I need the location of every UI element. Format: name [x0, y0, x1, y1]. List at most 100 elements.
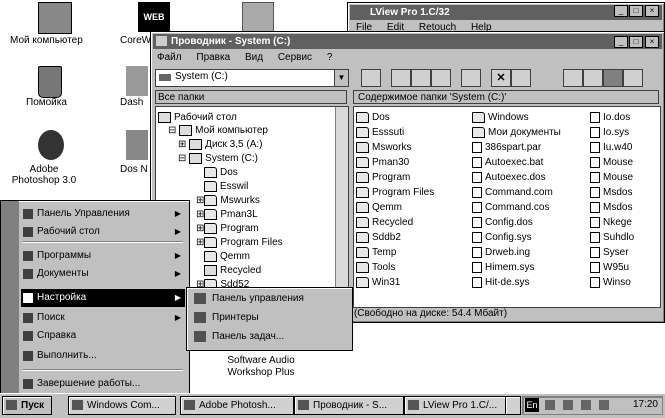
- file-item[interactable]: Io.dos: [590, 111, 630, 125]
- details-view-icon[interactable]: [623, 69, 643, 87]
- photoshop-icon[interactable]: [38, 130, 64, 160]
- recycle-bin-icon[interactable]: [38, 66, 62, 98]
- file-item[interactable]: Recycled: [356, 216, 413, 230]
- file-item[interactable]: Command.com: [472, 186, 553, 200]
- submenu-printers[interactable]: Принтеры: [190, 308, 259, 327]
- file-item[interactable]: Config.sys: [472, 231, 532, 245]
- tree-item-recycled[interactable]: Recycled: [204, 264, 261, 278]
- file-item[interactable]: Syser: [590, 246, 629, 260]
- delete-icon[interactable]: ✕: [491, 69, 511, 87]
- lview-minimize-button[interactable]: _: [614, 5, 628, 17]
- tray-icon-1[interactable]: [545, 400, 555, 410]
- file-item[interactable]: Pman30: [356, 156, 409, 170]
- taskbar-btn-explorer[interactable]: Проводник - S...: [294, 396, 404, 415]
- paste-icon[interactable]: [431, 69, 451, 87]
- file-item[interactable]: Config.dos: [472, 216, 533, 230]
- file-item[interactable]: Drweb.ing: [472, 246, 530, 260]
- small-icons-view-icon[interactable]: [583, 69, 603, 87]
- tree-item-dos[interactable]: Dos: [204, 166, 238, 180]
- dos-icon[interactable]: [126, 130, 148, 160]
- start-menu-item-programs[interactable]: Программы ▶: [21, 247, 185, 265]
- file-item[interactable]: Iu.w40: [590, 141, 632, 155]
- tree-item-program[interactable]: ⊞ Program: [196, 222, 259, 236]
- file-item[interactable]: Nkege: [590, 216, 632, 230]
- submenu-taskbar[interactable]: Панель задач...: [190, 327, 284, 346]
- menu-file[interactable]: Файл: [157, 52, 182, 63]
- tree-item-mswurks[interactable]: ⊞ Mswurks: [196, 194, 260, 208]
- file-item[interactable]: Winso: [590, 276, 631, 290]
- submenu-control-panel[interactable]: Панель управления: [190, 289, 304, 308]
- tray-icon-3[interactable]: [581, 400, 591, 410]
- lview-close-button[interactable]: ×: [645, 5, 659, 17]
- clock[interactable]: 17:20: [633, 398, 658, 412]
- file-item[interactable]: 386spart.par: [472, 141, 541, 155]
- menu-view[interactable]: Вид: [245, 52, 263, 63]
- tree-item-esswil[interactable]: Esswil: [204, 180, 248, 194]
- start-menu-item-control-panel[interactable]: Панель Управления ▶: [21, 205, 185, 223]
- menu-edit[interactable]: Правка: [196, 52, 230, 63]
- start-menu-item-run[interactable]: Выполнить...: [21, 347, 185, 365]
- file-list[interactable]: Dos Esssuti Msworks Pman30 Program Program Fi…: [353, 106, 661, 308]
- file-item[interactable]: Io.sys: [590, 126, 629, 140]
- file-item[interactable]: Himem.sys: [472, 261, 534, 275]
- taskbar-btn-lview[interactable]: LView Pro 1.C/...: [404, 396, 520, 415]
- undo-icon[interactable]: [461, 69, 481, 87]
- file-item[interactable]: Tools: [356, 261, 395, 275]
- file-item[interactable]: Hit-de.sys: [472, 276, 529, 290]
- language-indicator[interactable]: En: [525, 398, 539, 412]
- file-item[interactable]: Win31: [356, 276, 400, 290]
- tree-item-desktop[interactable]: Рабочий стол: [158, 111, 237, 125]
- cut-icon[interactable]: [391, 69, 411, 87]
- music-folder-icon[interactable]: [242, 2, 274, 34]
- dash-icon[interactable]: [126, 66, 148, 96]
- drive-select[interactable]: System (C:) ▼: [155, 69, 349, 87]
- web-icon[interactable]: WEB: [138, 2, 170, 32]
- explorer-window[interactable]: Проводник - System (C:) _ □ × Файл Правк…: [150, 31, 665, 323]
- tray-icon-4[interactable]: [599, 400, 609, 410]
- tree-item-qemm[interactable]: Qemm: [204, 250, 250, 264]
- file-item[interactable]: Program Files: [356, 186, 434, 200]
- properties-icon[interactable]: [511, 69, 531, 87]
- tree-item-pman3l[interactable]: ⊞ Pman3L: [196, 208, 258, 222]
- file-item[interactable]: Msdos: [590, 186, 632, 200]
- file-item[interactable]: Sddb2: [356, 231, 401, 245]
- menu-tools[interactable]: Сервис: [278, 52, 312, 63]
- start-menu-item-search[interactable]: Поиск ▶: [21, 309, 185, 327]
- my-computer-icon[interactable]: [38, 2, 72, 34]
- taskbar-btn-extra[interactable]: [505, 396, 521, 415]
- tree-item-system-c[interactable]: ⊟ System (C:): [178, 152, 258, 166]
- file-item[interactable]: Command.cos: [472, 201, 549, 215]
- file-item[interactable]: Dos: [356, 111, 390, 125]
- tree-item-floppy[interactable]: ⊞ Диск 3,5 (A:): [178, 138, 262, 152]
- file-item[interactable]: Esssuti: [356, 126, 404, 140]
- chevron-down-icon[interactable]: ▼: [334, 70, 348, 86]
- file-item[interactable]: Temp: [356, 246, 396, 260]
- file-item[interactable]: Mouse: [590, 171, 633, 185]
- list-view-icon[interactable]: [603, 69, 623, 87]
- menu-help[interactable]: ?: [327, 52, 333, 63]
- large-icons-view-icon[interactable]: [563, 69, 583, 87]
- start-menu-item-settings[interactable]: Настройка ▶: [21, 289, 185, 307]
- file-item[interactable]: Msworks: [356, 141, 411, 155]
- file-item[interactable]: Мои документы: [472, 126, 561, 140]
- tree-scrollbar[interactable]: [335, 107, 348, 307]
- tree-item-program-files[interactable]: ⊞ Program Files: [196, 236, 283, 250]
- explorer-maximize-button[interactable]: □: [629, 36, 643, 48]
- taskbar-btn-photoshop[interactable]: Adobe Photosh...: [180, 396, 294, 415]
- explorer-minimize-button[interactable]: _: [614, 36, 628, 48]
- start-menu-item-documents[interactable]: Документы ▶: [21, 265, 185, 283]
- taskbar-btn-windows-com[interactable]: Windows Com...: [68, 396, 176, 415]
- start-menu-item-shutdown[interactable]: Завершение работы...: [21, 375, 185, 393]
- file-item[interactable]: Suhdlo: [590, 231, 634, 245]
- tree-item-my-computer[interactable]: ⊟ Мой компьютер: [168, 124, 268, 138]
- lview-maximize-button[interactable]: □: [629, 5, 643, 17]
- file-item[interactable]: Program: [356, 171, 410, 185]
- speaker-icon[interactable]: [563, 400, 573, 410]
- start-menu-item-desktop[interactable]: Рабочий стол ▶: [21, 223, 185, 241]
- file-item[interactable]: Autoexec.bat: [472, 156, 543, 170]
- up-folder-icon[interactable]: [361, 69, 381, 87]
- start-menu-item-help[interactable]: Справка: [21, 327, 185, 345]
- start-button[interactable]: Пуск: [2, 396, 52, 415]
- file-item[interactable]: Autoexec.dos: [472, 171, 546, 185]
- file-item[interactable]: Mouse: [590, 156, 633, 170]
